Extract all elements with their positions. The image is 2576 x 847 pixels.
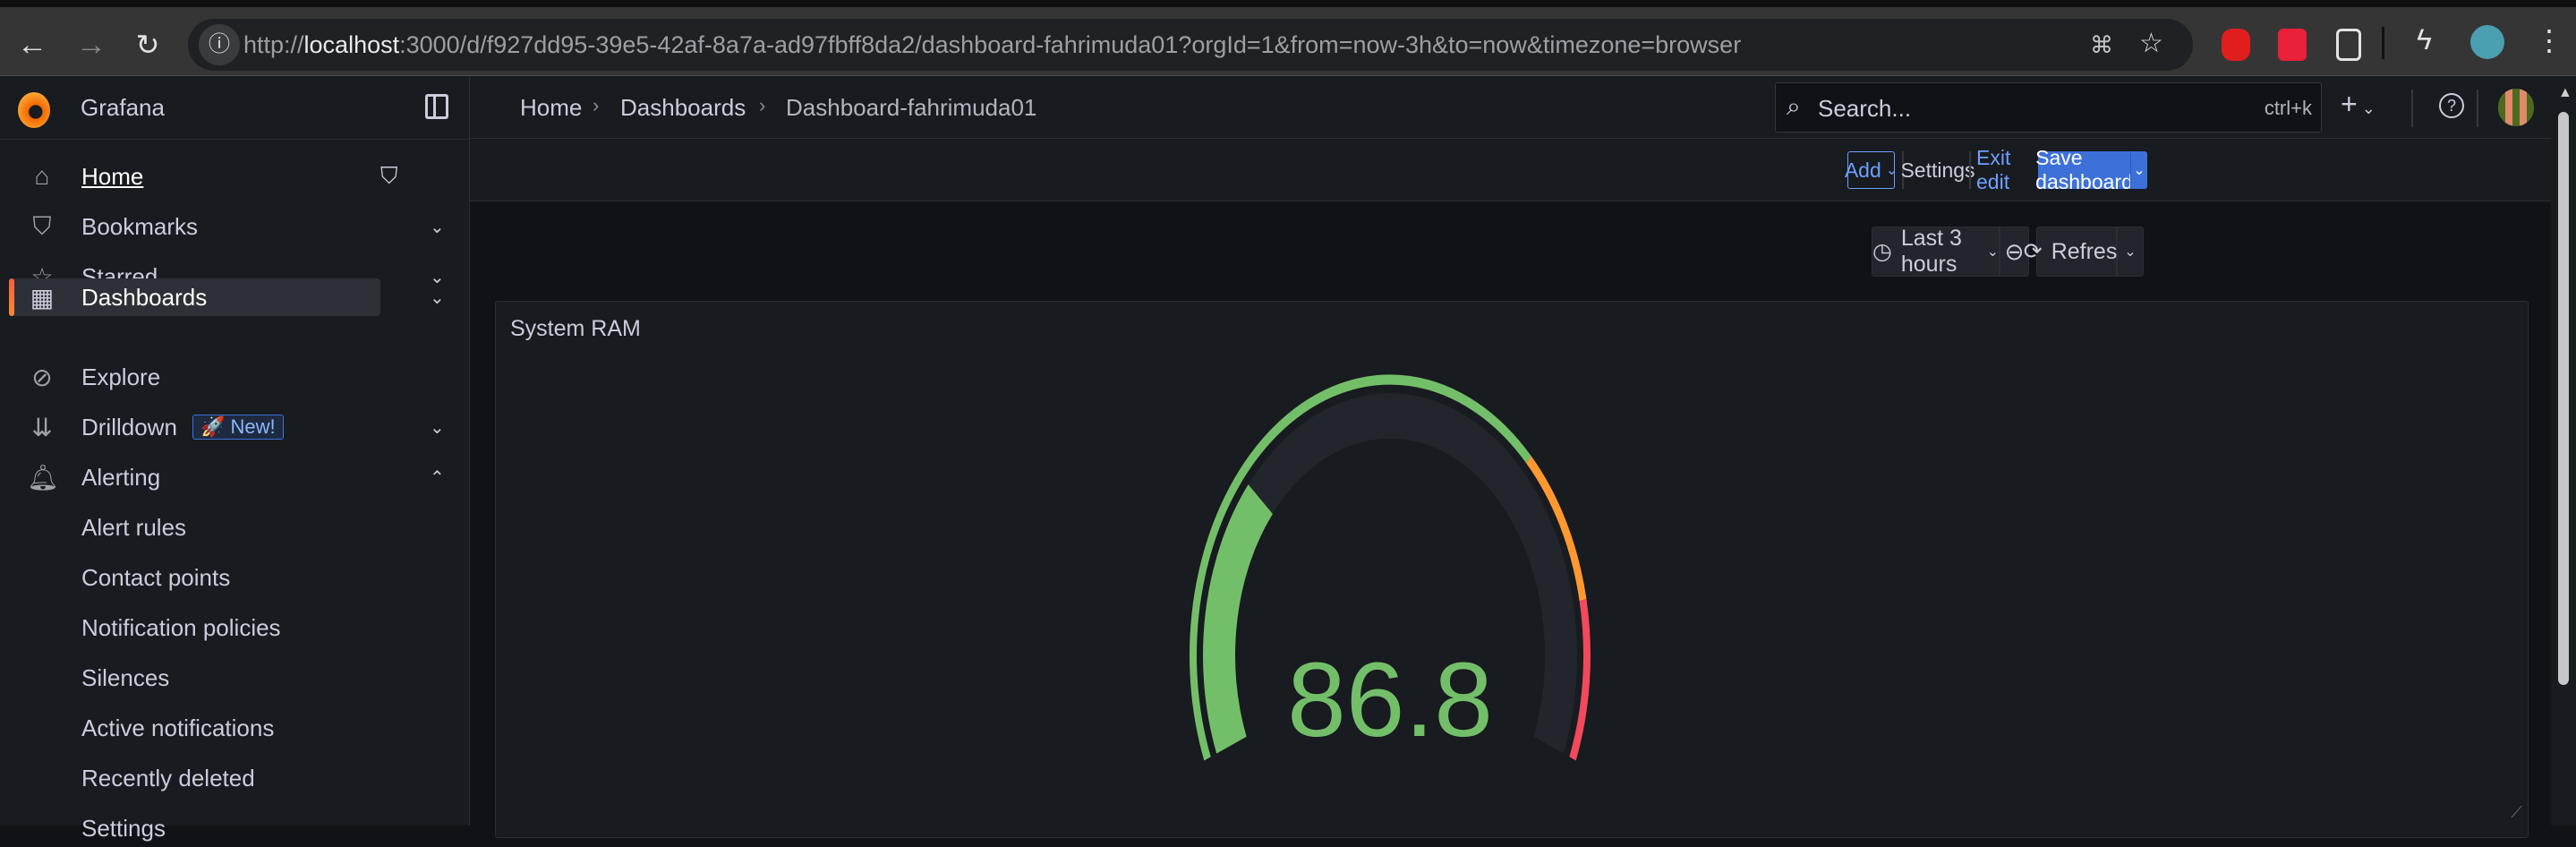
scroll-up-icon[interactable]: ▲ (2558, 85, 2572, 101)
scrollbar-thumb[interactable] (2558, 112, 2569, 685)
scrollbar[interactable]: ▲ (2551, 76, 2576, 826)
gauge-fill (1203, 484, 1274, 754)
gauge-value: 86.8 (1287, 641, 1493, 759)
gauge: 86.8 (1190, 374, 1591, 761)
